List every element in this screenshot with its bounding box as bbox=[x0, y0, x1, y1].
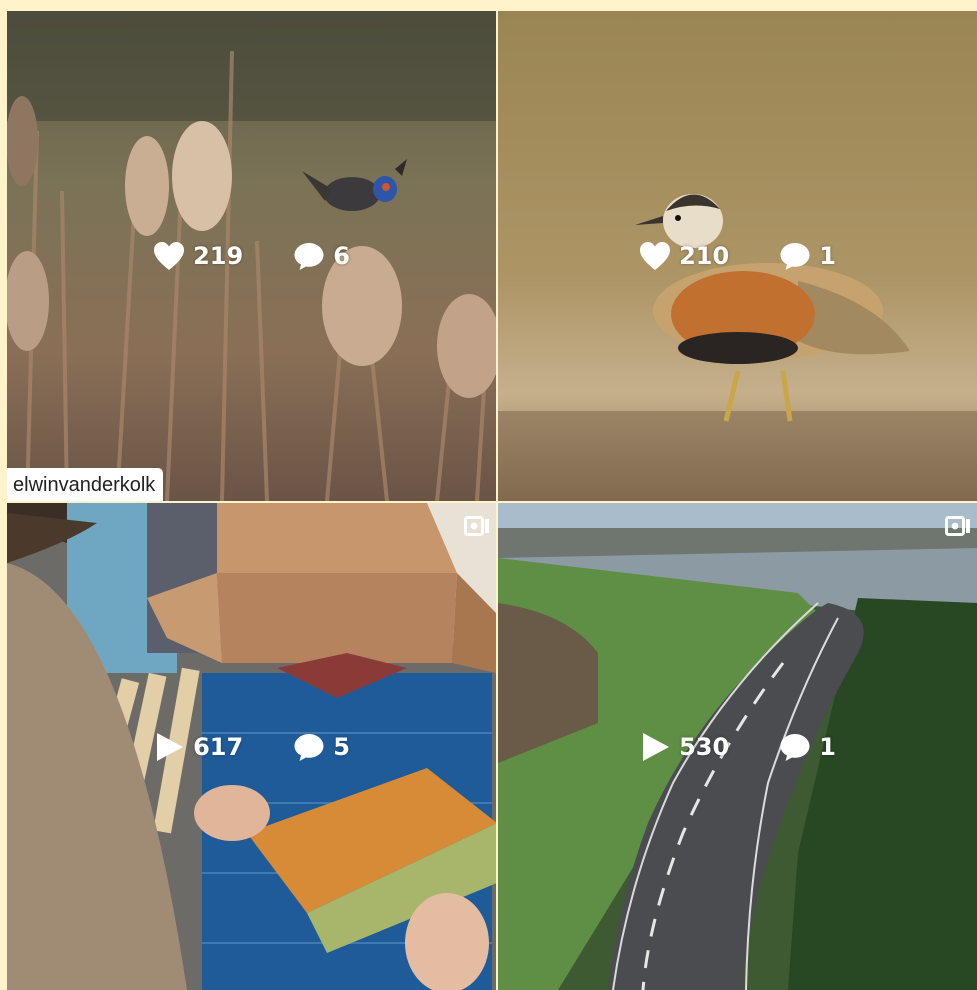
post-stats: 219 6 bbox=[7, 241, 496, 271]
play-icon bbox=[153, 732, 185, 762]
comments-stat: 6 bbox=[293, 241, 350, 271]
comments-count: 1 bbox=[819, 732, 836, 761]
heart-icon bbox=[153, 241, 185, 271]
username-label[interactable]: elwinvanderkolk bbox=[7, 468, 164, 501]
views-stat: 530 bbox=[639, 732, 729, 762]
views-count: 530 bbox=[679, 732, 730, 761]
post-stats: 530 1 bbox=[498, 732, 977, 762]
comment-icon bbox=[293, 732, 325, 762]
post-tile-2[interactable]: 210 1 bbox=[498, 11, 977, 501]
post-grid: 219 6 elwinvanderkolk 210 1 617 5 530 1 bbox=[0, 0, 977, 990]
video-camera-icon bbox=[464, 515, 490, 537]
likes-stat: 210 bbox=[639, 241, 729, 271]
comment-icon bbox=[779, 732, 811, 762]
heart-icon bbox=[639, 241, 671, 271]
likes-count: 210 bbox=[679, 242, 730, 270]
comments-count: 5 bbox=[333, 732, 350, 761]
post-tile-4[interactable]: 530 1 bbox=[498, 503, 977, 990]
comments-stat: 1 bbox=[779, 732, 836, 762]
play-icon bbox=[639, 732, 671, 762]
likes-count: 219 bbox=[193, 242, 244, 270]
views-stat: 617 bbox=[153, 732, 243, 762]
views-count: 617 bbox=[193, 732, 244, 761]
likes-stat: 219 bbox=[153, 241, 243, 271]
post-stats: 617 5 bbox=[7, 732, 496, 762]
comment-icon bbox=[779, 241, 811, 271]
comment-icon bbox=[293, 241, 325, 271]
comments-stat: 5 bbox=[293, 732, 350, 762]
comments-count: 6 bbox=[333, 242, 350, 270]
post-tile-1[interactable]: 219 6 elwinvanderkolk bbox=[7, 11, 496, 501]
comments-count: 1 bbox=[819, 242, 836, 270]
post-stats: 210 1 bbox=[498, 241, 977, 271]
comments-stat: 1 bbox=[779, 241, 836, 271]
video-camera-icon bbox=[945, 515, 971, 537]
post-tile-3[interactable]: 617 5 bbox=[7, 503, 496, 990]
